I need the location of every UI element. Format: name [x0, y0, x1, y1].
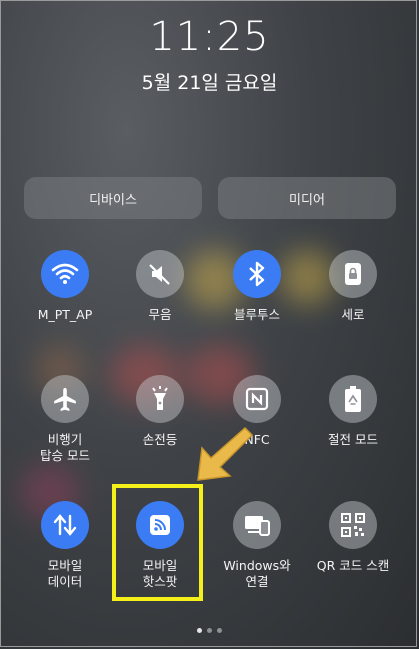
date: 5월 21일 금요일 — [141, 72, 278, 94]
portrait-tile[interactable]: 세로 — [303, 250, 403, 323]
mute-icon — [136, 250, 184, 298]
mobile-data-tile[interactable]: 모바일 데이터 — [15, 501, 115, 590]
page-dot[interactable] — [197, 628, 202, 633]
tile-label-2: 탑승 모드 — [40, 448, 90, 463]
page-dot[interactable] — [217, 628, 222, 633]
tile-label-2: 데이터 — [47, 574, 83, 589]
nfc-icon — [233, 375, 281, 423]
tile-label: 절전 모드 — [328, 432, 378, 447]
mobile-data-icon — [41, 501, 89, 549]
portrait-lock-icon — [329, 250, 377, 298]
link-to-windows-tile[interactable]: Windows와 연결 — [207, 501, 307, 590]
media-button-label: 미디어 — [289, 192, 325, 208]
link-to-windows-icon — [233, 501, 281, 549]
qr-scan-icon — [329, 501, 377, 549]
airplane-tile[interactable]: 비행기 탑승 모드 — [15, 375, 115, 464]
battery-saver-icon — [329, 375, 377, 423]
tile-label: QR 코드 스캔 — [316, 558, 390, 573]
hotspot-highlight-box — [112, 484, 203, 601]
tile-label: 모바일 — [47, 558, 83, 573]
pointer-arrow-icon — [190, 418, 260, 492]
tile-label: 무음 — [148, 307, 172, 322]
tile-label: 세로 — [341, 307, 365, 322]
device-button[interactable]: 디바이스 — [24, 177, 202, 219]
qr-scan-tile[interactable]: QR 코드 스캔 — [303, 501, 403, 574]
page-dot[interactable] — [207, 628, 212, 633]
wifi-icon — [41, 250, 89, 298]
bluetooth-tile[interactable]: 블루투스 — [207, 250, 307, 323]
media-button[interactable]: 미디어 — [218, 177, 396, 219]
tile-label: M_PT_AP — [37, 307, 93, 322]
airplane-icon — [41, 375, 89, 423]
device-button-label: 디바이스 — [89, 192, 137, 208]
tile-label-2: 연결 — [245, 574, 269, 589]
wifi-tile[interactable]: M_PT_AP — [15, 250, 115, 323]
tile-label: 비행기 — [47, 432, 83, 447]
tile-label: 블루투스 — [233, 307, 280, 322]
mute-tile[interactable]: 무음 — [110, 250, 210, 323]
battery-saver-tile[interactable]: 절전 모드 — [303, 375, 403, 448]
bluetooth-icon — [233, 250, 281, 298]
clock: 11:25 — [149, 14, 270, 60]
flashlight-icon — [136, 375, 184, 423]
tile-label: Windows와 — [223, 558, 291, 573]
page-indicator — [0, 628, 419, 633]
